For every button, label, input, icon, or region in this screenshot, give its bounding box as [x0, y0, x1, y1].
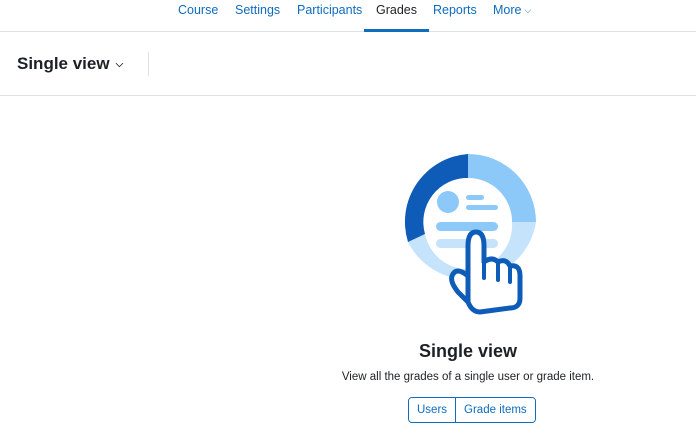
nav-item-reports[interactable]: Reports [433, 0, 477, 32]
nav-item-grades[interactable]: Grades [364, 0, 429, 32]
single-view-illustration [396, 150, 540, 320]
nav-item-more[interactable]: More ⌵ [493, 0, 531, 32]
header-divider [148, 52, 149, 76]
chevron-down-icon: ⌵ [115, 59, 124, 70]
secondary-navigation: Course Settings Participants Grades Repo… [0, 0, 696, 32]
nav-item-participants[interactable]: Participants [297, 0, 362, 32]
view-selector-label: Single view [17, 54, 110, 73]
page-header: Single view ⌵ [0, 32, 696, 96]
nav-item-course[interactable]: Course [178, 0, 218, 32]
empty-state-title: Single view [418, 341, 518, 361]
grade-items-button[interactable]: Grade items [455, 398, 535, 422]
empty-state-description: View all the grades of a single user or … [341, 371, 595, 383]
view-type-button-group: Users Grade items [408, 397, 536, 423]
pointing-hand-icon [404, 154, 536, 315]
chevron-down-icon: ⌵ [524, 5, 532, 15]
view-selector-dropdown[interactable]: Single view ⌵ [17, 54, 123, 74]
users-button[interactable]: Users [409, 398, 456, 422]
nav-item-settings[interactable]: Settings [235, 0, 280, 32]
nav-item-more-label: More [493, 3, 522, 17]
